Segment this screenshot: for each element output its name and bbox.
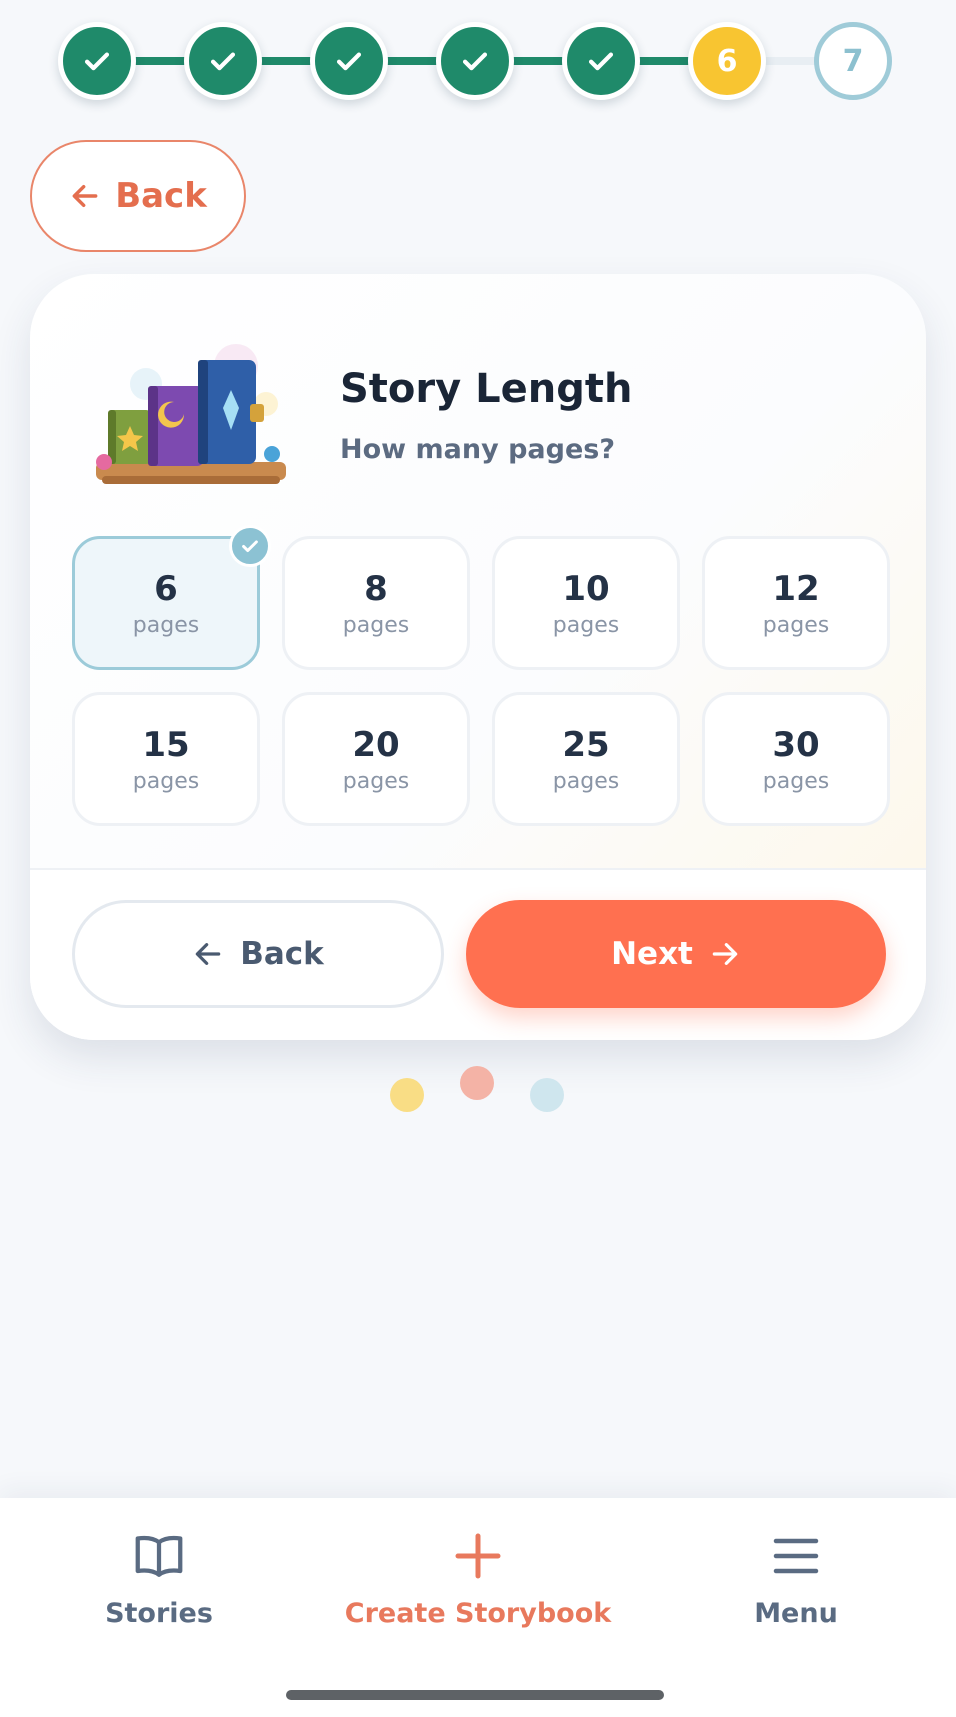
option-unit: pages (342, 612, 410, 638)
selected-check-badge (229, 525, 271, 567)
plus-icon (455, 1533, 501, 1579)
nav-menu[interactable]: Menu (736, 1526, 856, 1629)
step-2[interactable] (184, 22, 262, 100)
progress-stepper: 6 7 (58, 22, 898, 100)
check-icon (210, 52, 236, 71)
book-icon (135, 1535, 183, 1577)
check-icon (462, 52, 488, 71)
app-screen: 6 7 Back Story Length How many pages? 6 … (0, 0, 956, 1717)
option-12-pages[interactable]: 12 pages (702, 536, 890, 670)
decor-dot-coral (460, 1066, 494, 1100)
option-20-pages[interactable]: 20 pages (282, 692, 470, 826)
option-8-pages[interactable]: 8 pages (282, 536, 470, 670)
option-unit: pages (342, 768, 410, 794)
hamburger-menu-icon (773, 1538, 819, 1574)
arrow-right-icon (712, 943, 738, 965)
check-icon (588, 52, 614, 71)
page-count-options: 6 pages 8 pages 10 pages 12 pages 15 pag… (72, 525, 890, 836)
option-unit: pages (552, 768, 620, 794)
option-unit: pages (552, 612, 620, 638)
nav-stories-label: Stories (105, 1598, 213, 1629)
option-value: 10 (562, 568, 610, 609)
option-value: 8 (364, 568, 388, 609)
bottom-navigation: Stories Create Storybook Menu (0, 1498, 956, 1717)
decor-dot-blue (530, 1078, 564, 1112)
nav-create-storybook[interactable]: Create Storybook (336, 1526, 620, 1629)
option-unit: pages (132, 768, 200, 794)
nav-stories[interactable]: Stories (96, 1526, 222, 1629)
option-value: 6 (154, 568, 178, 609)
option-value: 15 (142, 724, 190, 765)
option-25-pages[interactable]: 25 pages (492, 692, 680, 826)
step-3[interactable] (310, 22, 388, 100)
top-back-label: Back (115, 176, 207, 216)
arrow-left-icon (72, 184, 98, 208)
step-6-current[interactable]: 6 (688, 22, 766, 100)
books-illustration (96, 344, 286, 484)
option-value: 25 (562, 724, 610, 765)
arrow-left-icon (195, 943, 221, 965)
step-1[interactable] (58, 22, 136, 100)
back-button-label: Back (240, 936, 324, 972)
next-button[interactable]: Next (466, 900, 886, 1008)
next-button-label: Next (611, 936, 693, 972)
step-5[interactable] (562, 22, 640, 100)
option-unit: pages (762, 768, 830, 794)
story-length-card: Story Length How many pages? 6 pages 8 p… (30, 274, 926, 1040)
card-title: Story Length (340, 366, 633, 412)
option-10-pages[interactable]: 10 pages (492, 536, 680, 670)
option-unit: pages (132, 612, 200, 638)
step-label: 7 (842, 43, 864, 79)
option-unit: pages (762, 612, 830, 638)
option-value: 30 (772, 724, 820, 765)
nav-create-label: Create Storybook (344, 1598, 612, 1629)
card-actions: Back Next (30, 870, 926, 1040)
check-icon (242, 540, 258, 553)
option-value: 20 (352, 724, 400, 765)
step-label: 6 (716, 43, 738, 79)
option-6-pages-selected[interactable]: 6 pages (72, 525, 271, 670)
nav-menu-label: Menu (754, 1598, 838, 1629)
home-indicator[interactable] (286, 1690, 664, 1700)
option-15-pages[interactable]: 15 pages (72, 692, 260, 826)
step-4[interactable] (436, 22, 514, 100)
card-content: Story Length How many pages? 6 pages 8 p… (30, 274, 926, 868)
step-7[interactable]: 7 (814, 22, 892, 100)
card-subtitle: How many pages? (340, 434, 615, 465)
option-value: 12 (772, 568, 820, 609)
top-back-button[interactable]: Back (30, 140, 246, 252)
decor-dot-yellow (390, 1078, 424, 1112)
check-icon (84, 52, 110, 71)
check-icon (336, 52, 362, 71)
option-30-pages[interactable]: 30 pages (702, 692, 890, 826)
back-button[interactable]: Back (72, 900, 444, 1008)
